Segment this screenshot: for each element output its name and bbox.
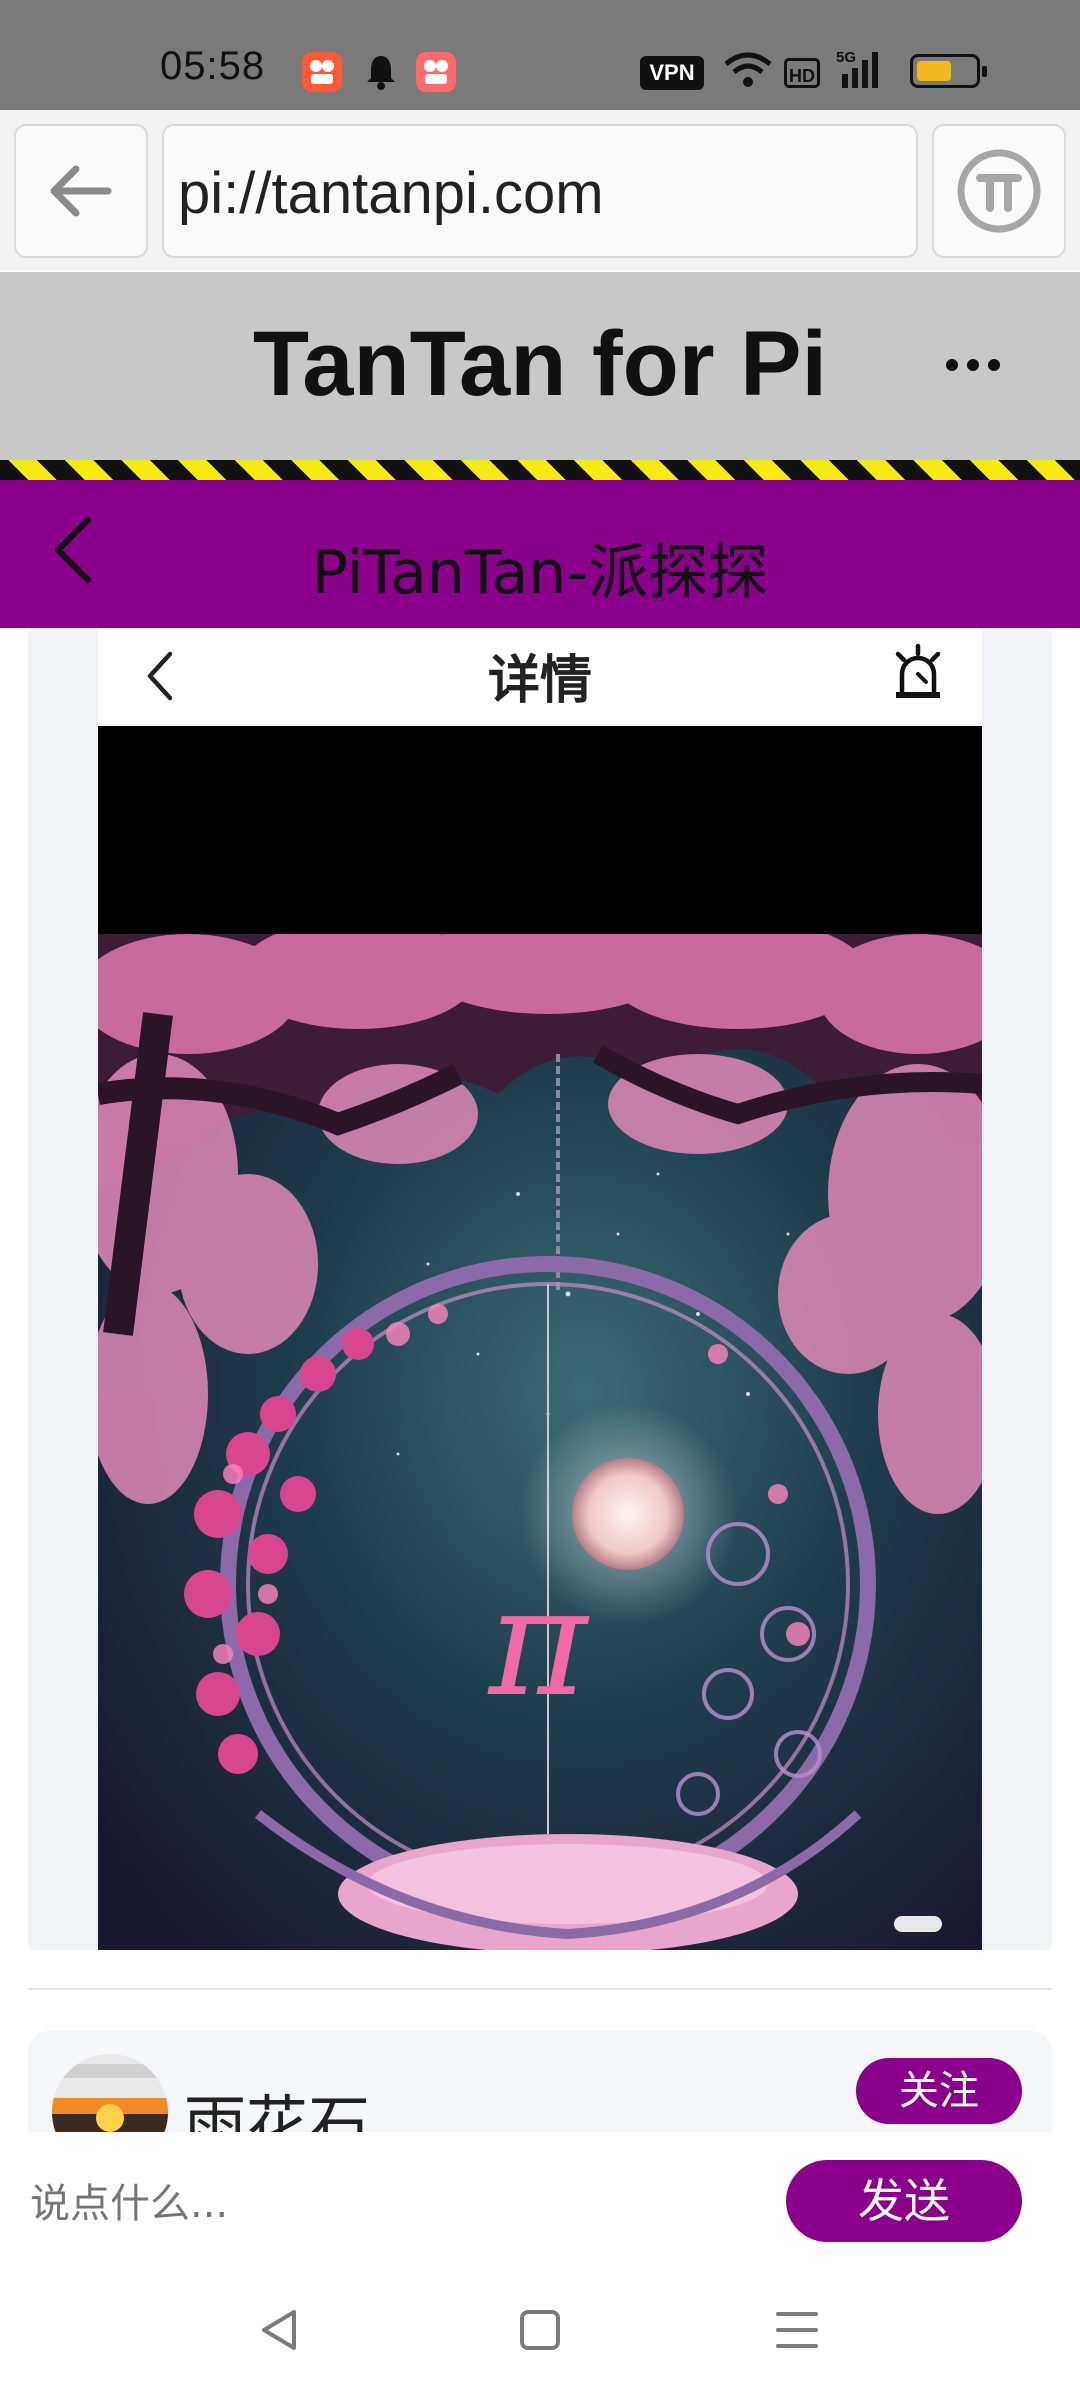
hd-badge: HD xyxy=(784,58,820,88)
comment-input[interactable] xyxy=(28,2180,732,2228)
nav-menu-icon[interactable] xyxy=(772,2300,822,2364)
pi-browser-button[interactable] xyxy=(932,124,1066,258)
divider xyxy=(28,1988,1052,1990)
signal-icon: 5G xyxy=(836,48,896,96)
battery-level xyxy=(917,61,951,81)
svg-text:5G: 5G xyxy=(836,49,856,66)
pi-icon xyxy=(957,149,1041,233)
detail-title: 详情 xyxy=(487,651,592,711)
nav-home-icon[interactable] xyxy=(514,2300,564,2364)
url-text[interactable]: pi://tantanpi.com xyxy=(178,160,604,227)
svg-text:π: π xyxy=(487,1556,590,1730)
battery-icon xyxy=(910,54,987,88)
more-icon[interactable] xyxy=(942,350,1004,384)
app-header-title: PiTanTan-派探探 xyxy=(311,538,769,608)
vpn-badge: VPN xyxy=(640,56,704,90)
follow-button[interactable]: 关注 xyxy=(856,2058,1022,2124)
bell-icon xyxy=(364,52,398,96)
site-title: TanTan for Pi xyxy=(252,313,828,415)
send-button[interactable]: 发送 xyxy=(786,2160,1022,2242)
hazard-stripe xyxy=(0,460,1080,480)
app-notification-icon xyxy=(416,52,456,92)
status-time: 05:58 xyxy=(160,44,266,88)
arrow-left-icon xyxy=(50,165,112,217)
app-notification-icon xyxy=(302,52,342,92)
alarm-icon[interactable] xyxy=(890,642,946,706)
wifi-icon xyxy=(722,50,774,94)
image-letterbox xyxy=(98,726,982,934)
carousel-indicator xyxy=(894,1916,942,1932)
post-image[interactable]: π xyxy=(78,914,1018,1954)
browser-back-button[interactable] xyxy=(14,124,148,258)
nav-back-icon[interactable] xyxy=(254,2300,304,2364)
